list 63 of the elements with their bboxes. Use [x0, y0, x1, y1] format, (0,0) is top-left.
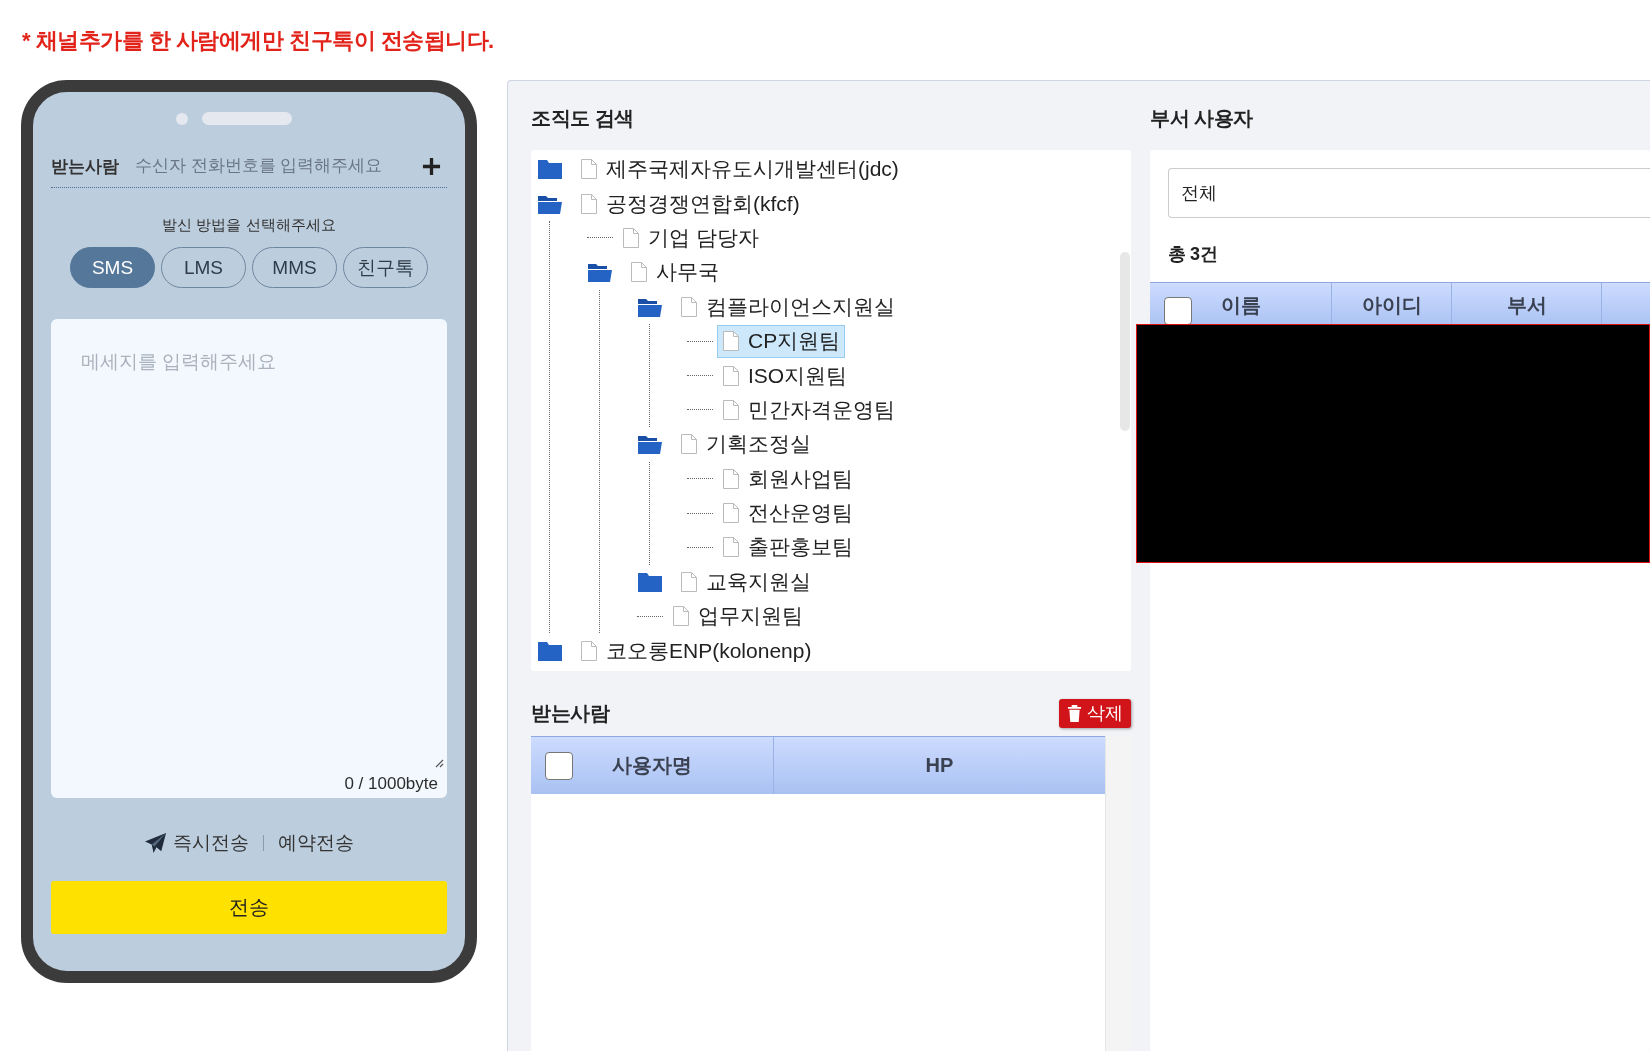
file-icon — [722, 398, 740, 421]
checkbox[interactable] — [545, 751, 573, 780]
send-button[interactable]: 전송 — [51, 881, 447, 934]
delete-button[interactable]: 삭제 — [1059, 698, 1131, 728]
tree-item[interactable]: 민간자격운영팀 — [717, 393, 900, 427]
file-icon — [722, 364, 740, 387]
tree-item[interactable]: 코오롱ENP(kolonenp) — [575, 634, 817, 668]
tree-item[interactable]: 공정경쟁연합회(kfcf) — [575, 187, 805, 221]
tree-item[interactable]: 기업 담당자 — [617, 221, 764, 255]
tree-item[interactable]: 출판홍보팀 — [717, 531, 858, 564]
method-prompt: 발신 방법을 선택해주세요 — [161, 216, 337, 235]
paper-plane-icon — [144, 831, 167, 855]
tree-item[interactable]: 전산운영팀 — [717, 496, 858, 530]
file-icon — [672, 605, 690, 628]
folder-icon[interactable] — [537, 158, 563, 181]
total-count: 총 3건 — [1168, 243, 1218, 266]
recipient-label: 받는사람 — [51, 155, 119, 178]
tree-item[interactable]: 제주국제자유도시개발센터(jdc) — [575, 152, 904, 186]
checkbox[interactable] — [1164, 297, 1192, 325]
resize-grip-icon[interactable] — [434, 758, 444, 768]
trash-icon — [1067, 703, 1082, 723]
column-header[interactable]: 부서 — [1506, 292, 1547, 319]
tree-item[interactable]: 기획조정실 — [675, 427, 816, 461]
method-tab[interactable]: SMS — [70, 247, 155, 288]
send-mode-option[interactable]: 예약전송 — [278, 830, 354, 856]
column-header[interactable]: 사용자명 — [612, 752, 692, 779]
file-icon — [580, 192, 598, 215]
file-icon — [630, 261, 648, 284]
section-title: 부서 사용자 — [1150, 106, 1254, 131]
file-icon — [722, 467, 740, 490]
section-title: 받는사람 — [531, 700, 609, 726]
file-icon — [722, 502, 740, 525]
tree-item[interactable]: 사무국 — [625, 255, 724, 289]
department-select[interactable]: 전체 — [1168, 168, 1650, 218]
open-folder-icon[interactable] — [587, 261, 613, 284]
file-icon — [680, 570, 698, 593]
tree-item[interactable]: CP지원팀 — [717, 324, 846, 358]
byte-counter: 0 / 1000byte — [344, 774, 438, 794]
file-icon — [580, 158, 598, 181]
tree-item[interactable]: 회원사업팀 — [717, 462, 858, 496]
open-folder-icon[interactable] — [637, 433, 663, 456]
add-icon[interactable] — [422, 156, 441, 176]
column-header[interactable]: 이름 — [1220, 292, 1261, 319]
tree-item[interactable]: 교육지원실 — [675, 565, 816, 599]
scrollbar[interactable] — [1120, 252, 1130, 431]
tree-item[interactable]: 컴플라이언스지원실 — [675, 290, 900, 324]
file-icon — [680, 295, 698, 318]
column-header[interactable]: 아이디 — [1361, 292, 1422, 319]
tree-item[interactable]: ISO지원팀 — [717, 359, 853, 393]
column-header[interactable]: HP — [925, 754, 954, 777]
folder-icon[interactable] — [637, 570, 663, 593]
file-icon — [580, 639, 598, 662]
recipient-field[interactable]: 수신자 전화번호를 입력해주세요 — [133, 155, 422, 177]
folder-icon[interactable] — [537, 639, 563, 662]
send-mode-option[interactable]: 즉시전송 — [144, 830, 249, 856]
file-icon — [722, 536, 740, 559]
section-title: 조직도 검색 — [531, 106, 635, 131]
notice-text: * 채널추가를 한 사람에게만 친구톡이 전송됩니다. — [22, 27, 494, 55]
camera-dot — [176, 112, 188, 125]
tree-item[interactable]: 업무지원팀 — [667, 599, 808, 633]
file-icon — [722, 330, 740, 353]
file-icon — [680, 433, 698, 456]
file-icon — [622, 226, 640, 249]
